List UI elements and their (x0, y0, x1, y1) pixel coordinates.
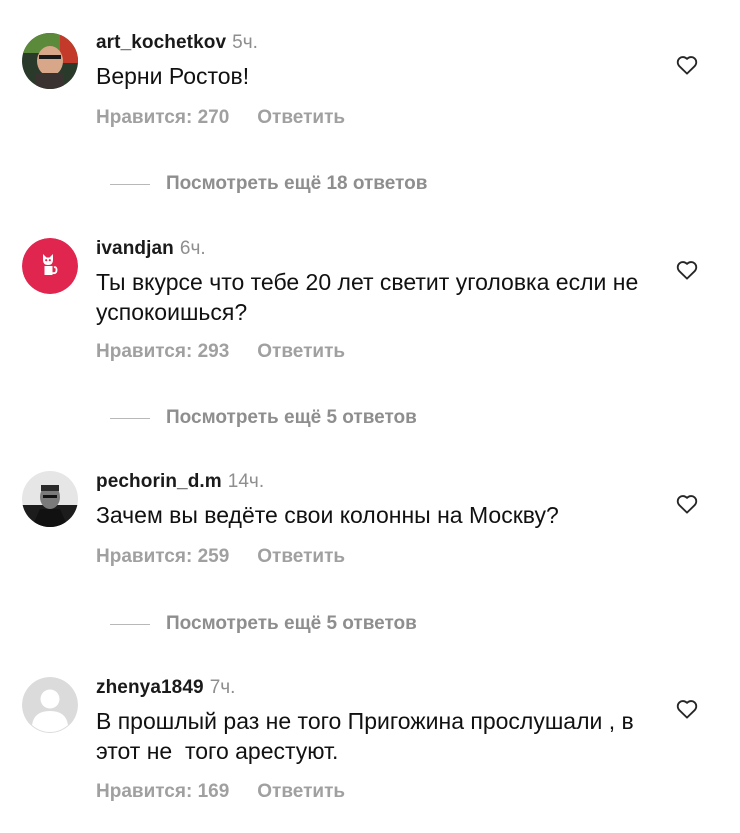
view-replies-button[interactable]: Посмотреть ещё 5 ответов (96, 612, 417, 636)
comment-text: Зачем вы ведёте свои колонны на Москву? (96, 502, 559, 528)
view-replies-button[interactable]: Посмотреть ещё 18 ответов (96, 172, 427, 196)
view-replies-button[interactable]: Посмотреть ещё 5 ответов (96, 406, 417, 430)
view-replies-label: Посмотреть ещё 18 ответов (166, 173, 428, 194)
username[interactable]: ivandjan (96, 238, 174, 259)
reply-button[interactable]: Ответить (257, 546, 345, 567)
likes-count[interactable]: Нравится: 259 (96, 546, 229, 567)
timestamp[interactable]: 6ч. (180, 238, 206, 259)
bw-photo-avatar (22, 471, 78, 527)
comment-text: Ты вкурсе что тебе 20 лет светит уголовк… (96, 269, 645, 325)
heart-outline-icon[interactable] (676, 699, 698, 719)
reply-button[interactable]: Ответить (257, 781, 345, 802)
likes-count[interactable]: Нравится: 169 (96, 781, 229, 802)
avatar[interactable] (22, 238, 78, 294)
avatar[interactable] (22, 471, 78, 527)
view-replies-label: Посмотреть ещё 5 ответов (166, 407, 417, 428)
comment-meta: zhenya1849 7ч. (96, 676, 660, 700)
comment-actions: Нравится: 259 Ответить (96, 546, 345, 568)
comment-actions: Нравится: 169 Ответить (96, 781, 345, 803)
username[interactable]: pechorin_d.m (96, 471, 222, 492)
avatar[interactable] (22, 33, 78, 89)
likes-count[interactable]: Нравится: 293 (96, 341, 229, 362)
comment-body: ivandjan 6ч. Ты вкурсе что тебе 20 лет св… (96, 237, 660, 327)
reply-button[interactable]: Ответить (257, 107, 345, 128)
heart-outline-icon[interactable] (676, 260, 698, 280)
comment-text: Верни Ростов! (96, 63, 250, 89)
comment-body: zhenya1849 7ч. В прошлый раз не того Приг… (96, 676, 660, 766)
user-photo-avatar (22, 33, 78, 89)
divider-line (110, 623, 150, 625)
default-avatar-icon (22, 677, 78, 733)
likes-count[interactable]: Нравится: 270 (96, 107, 229, 128)
avatar[interactable] (22, 677, 78, 733)
comment-actions: Нравится: 270 Ответить (96, 107, 345, 129)
timestamp[interactable]: 7ч. (210, 677, 236, 698)
username[interactable]: zhenya1849 (96, 677, 204, 698)
comment-meta: art_kochetkov 5ч. (96, 31, 660, 55)
heart-outline-icon[interactable] (676, 494, 698, 514)
comment-meta: ivandjan 6ч. (96, 237, 660, 261)
comment-body: pechorin_d.m 14ч. Зачем вы ведёте свои ко… (96, 470, 660, 530)
timestamp[interactable]: 5ч. (232, 32, 258, 53)
view-replies-label: Посмотреть ещё 5 ответов (166, 613, 417, 634)
divider-line (110, 417, 150, 419)
reply-button[interactable]: Ответить (257, 341, 345, 362)
divider-line (110, 183, 150, 185)
timestamp[interactable]: 14ч. (228, 471, 264, 492)
username[interactable]: art_kochetkov (96, 32, 226, 53)
comment-body: art_kochetkov 5ч. Верни Ростов! (96, 31, 660, 91)
comment-actions: Нравится: 293 Ответить (96, 341, 345, 363)
heart-outline-icon[interactable] (676, 55, 698, 75)
cat-logo-avatar (22, 238, 78, 294)
comment-meta: pechorin_d.m 14ч. (96, 470, 660, 494)
comment-text: В прошлый раз не того Пригожина прослуша… (96, 708, 641, 764)
